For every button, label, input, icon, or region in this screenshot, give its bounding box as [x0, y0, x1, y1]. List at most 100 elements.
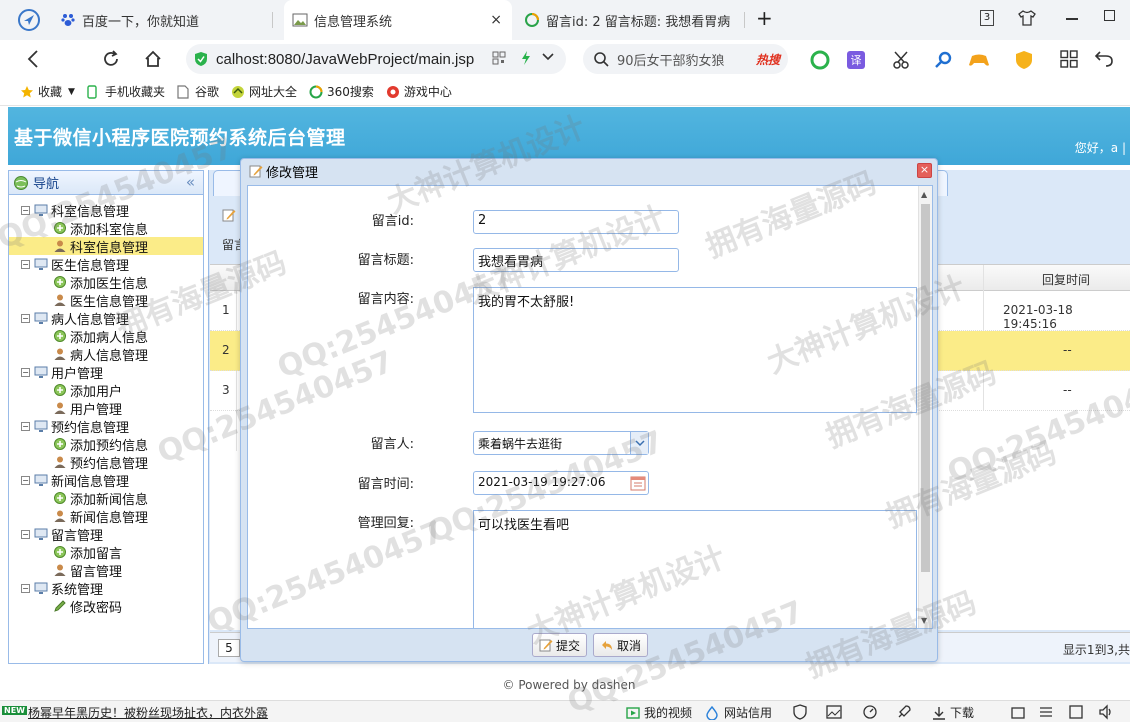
nav-item[interactable]: 修改密码 [9, 597, 203, 616]
nav-item[interactable]: 添加医生信息 [9, 273, 203, 292]
tab-baidu[interactable]: 百度一下，你就知道 [60, 0, 260, 40]
nav-item[interactable]: − 新闻信息管理 [9, 471, 203, 490]
add-circle-icon [53, 383, 67, 397]
nav-item[interactable]: 预约信息管理 [9, 453, 203, 472]
extension-icon[interactable] [1010, 704, 1026, 720]
chevron-down-icon[interactable] [630, 432, 648, 454]
undo-icon[interactable] [1094, 50, 1114, 70]
collapse-toggle-icon[interactable]: − [21, 583, 30, 593]
scroll-down-icon[interactable]: ▼ [921, 616, 927, 625]
shirt-icon[interactable] [1018, 10, 1036, 26]
title-field[interactable]: 我想看胃病 [473, 248, 679, 272]
apps-grid-icon[interactable] [1060, 50, 1080, 70]
nav-item[interactable]: 添加病人信息 [9, 327, 203, 346]
cancel-button[interactable]: 取消 [593, 633, 649, 657]
download-button[interactable]: 下载 [932, 704, 974, 721]
menu-icon[interactable] [1038, 704, 1054, 720]
forward-button[interactable] [62, 48, 84, 70]
my-videos-button[interactable]: 我的视频 [626, 704, 692, 721]
address-bar[interactable]: calhost:8080/JavaWebProject/main.jsp [186, 44, 566, 74]
nav-globe-icon [13, 175, 29, 191]
collapse-toggle-icon[interactable]: − [21, 205, 30, 215]
scissors-icon[interactable] [892, 50, 912, 70]
bookmark-google[interactable]: 谷歌 [177, 83, 219, 100]
nav-panel-header: 导航 « [9, 171, 203, 195]
submit-button[interactable]: 提交 [531, 633, 587, 657]
home-button[interactable] [142, 48, 164, 70]
nav-item[interactable]: 添加预约信息 [9, 435, 203, 454]
nav-item[interactable]: 添加科室信息 [9, 219, 203, 238]
browser-logo-icon[interactable] [18, 9, 40, 31]
dialog-scrollbar[interactable]: ▲ ▼ [918, 186, 932, 628]
collapse-toggle-icon[interactable]: − [21, 421, 30, 431]
nav-item[interactable]: 添加新闻信息 [9, 489, 203, 508]
nav-item[interactable]: 科室信息管理 [9, 237, 203, 256]
bookmark-games[interactable]: 游戏中心 [386, 83, 452, 100]
nav-item[interactable]: 病人信息管理 [9, 345, 203, 364]
shield-badge-icon[interactable] [1014, 50, 1034, 70]
volume-icon[interactable] [1098, 704, 1114, 720]
nav-item[interactable]: − 系统管理 [9, 579, 203, 598]
nav-item-label: 病人信息管理 [51, 312, 130, 328]
window-icon[interactable] [1068, 704, 1084, 720]
nav-item-label: 用户管理 [51, 366, 104, 382]
maximize-icon[interactable] [1104, 10, 1115, 21]
qr-icon[interactable] [492, 51, 506, 65]
back-button[interactable] [22, 48, 44, 70]
collapse-toggle-icon[interactable]: − [21, 259, 30, 269]
page-size-select[interactable]: 5 [218, 639, 240, 657]
nav-item[interactable]: 用户管理 [9, 399, 203, 418]
collapse-toggle-icon[interactable]: − [21, 475, 30, 485]
nav-item[interactable]: − 留言管理 [9, 525, 203, 544]
speed-icon[interactable] [862, 704, 878, 720]
rocket-icon[interactable] [896, 704, 912, 720]
reply-time-header[interactable]: 回复时间 [1042, 271, 1090, 288]
content-textarea[interactable]: 我的胃不太舒服! [473, 287, 917, 413]
nav-item[interactable]: − 病人信息管理 [9, 309, 203, 328]
collapse-toggle-icon[interactable]: − [21, 313, 30, 323]
tab-info-system[interactable]: 信息管理系统 × [284, 0, 512, 40]
new-tab-button[interactable]: + [756, 6, 773, 30]
calendar-icon[interactable] [630, 475, 646, 491]
hot-search-badge[interactable]: 热搜 [756, 51, 780, 68]
nav-item[interactable]: − 医生信息管理 [9, 255, 203, 274]
collapse-icon[interactable]: « [186, 173, 195, 191]
magnifier-icon[interactable] [934, 50, 954, 70]
bookmark-mobile[interactable]: 手机收藏夹 [87, 83, 165, 100]
nav-item[interactable]: 留言管理 [9, 561, 203, 580]
bookmark-urls[interactable]: 网址大全 [231, 83, 297, 100]
user-combobox[interactable]: 乘着蜗牛去逛街 [473, 431, 649, 455]
reply-textarea[interactable]: 可以找医生看吧 [473, 510, 917, 628]
shield-icon[interactable] [792, 704, 808, 720]
reload-button[interactable] [100, 48, 122, 70]
nav-item[interactable]: 添加留言 [9, 543, 203, 562]
news-link[interactable]: 杨幂早年黑历史！被粉丝现场扯衣，内衣外露 [28, 704, 268, 721]
nav-item[interactable]: 添加用户 [9, 381, 203, 400]
site-credit-button[interactable]: 网站信用 [706, 704, 772, 721]
bookmark-360[interactable]: 360搜索 [309, 83, 374, 100]
dialog-close-button[interactable]: × [917, 163, 932, 178]
nav-item[interactable]: − 用户管理 [9, 363, 203, 382]
bookmark-favorites[interactable]: 收藏 ▼ [20, 83, 75, 100]
search-box[interactable]: 90后女干部豹女狼 热搜 [583, 44, 788, 74]
collapse-toggle-icon[interactable]: − [21, 367, 30, 377]
tab-message[interactable]: 留言id: 2 留言标题: 我想看胃病 [524, 0, 744, 40]
nav-item[interactable]: 医生信息管理 [9, 291, 203, 310]
scroll-up-icon[interactable]: ▲ [921, 190, 927, 199]
nav-item[interactable]: 新闻信息管理 [9, 507, 203, 526]
id-field[interactable]: 2 [473, 210, 679, 234]
collapse-toggle-icon[interactable]: − [21, 529, 30, 539]
tab-close-icon[interactable]: × [490, 12, 502, 28]
time-datepicker[interactable]: 2021-03-19 19:27:06 [473, 471, 649, 495]
scrollbar-thumb[interactable] [921, 204, 930, 572]
chevron-down-icon[interactable] [542, 53, 554, 61]
nav-item[interactable]: − 科室信息管理 [9, 201, 203, 220]
minimize-icon[interactable] [1066, 18, 1078, 20]
image-icon[interactable] [826, 704, 842, 720]
gamepad-icon[interactable] [968, 50, 989, 70]
lightning-icon[interactable] [520, 50, 532, 66]
translate-icon[interactable]: 译 [846, 50, 866, 70]
nav-item[interactable]: − 预约信息管理 [9, 417, 203, 436]
tab-counter-button[interactable]: 3 [980, 10, 994, 26]
green-circle-icon[interactable] [810, 50, 830, 70]
